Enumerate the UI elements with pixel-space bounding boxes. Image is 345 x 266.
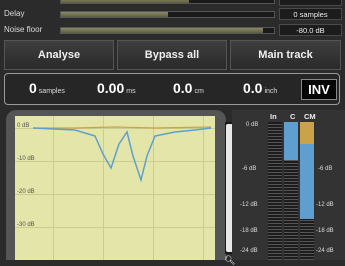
noise-floor-row: Noise floor -80.0 dB: [0, 23, 345, 37]
noise-floor-slider-fill: [61, 28, 264, 33]
cm-readout: 0.0 cm: [173, 80, 204, 96]
delay-value[interactable]: 0 samples: [279, 8, 342, 20]
frequency-plot[interactable]: 0 dB -10 dB -20 dB -30 dB 🔍︎: [15, 116, 235, 265]
inch-readout: 0.0 inch: [243, 80, 277, 96]
phase-curve: [33, 126, 212, 129]
delay-slider-fill: [61, 12, 168, 17]
scale-right-18db: -18 dB: [316, 228, 334, 234]
noise-floor-label: Noise floor: [4, 25, 43, 34]
noise-floor-value[interactable]: -80.0 dB: [279, 24, 342, 36]
samples-value: 0: [29, 80, 37, 96]
response-curves: [32, 126, 212, 183]
scale-0db: 0 dB: [246, 122, 259, 128]
delay-display: 0 samples 0.00 ms 0.0 cm 0.0 inch INV: [4, 73, 340, 105]
cm-unit: cm: [194, 88, 204, 95]
ms-unit: ms: [126, 88, 136, 95]
meter-c-fill: [284, 122, 298, 160]
partial-value-box[interactable]: [279, 0, 342, 6]
magnitude-curve: [32, 127, 212, 183]
delay-slider[interactable]: [60, 11, 275, 18]
inch-unit: inch: [264, 88, 278, 95]
meter-cm: [300, 122, 314, 260]
analyse-button[interactable]: Analyse: [4, 40, 114, 70]
ms-readout: 0.00 ms: [97, 80, 136, 96]
delay-row: Delay 0 samples: [0, 7, 345, 21]
level-meters: In C CM 0 dB -6 dB -12 dB -18 dB -24 dB …: [232, 110, 345, 260]
scale-12db: -12 dB: [240, 202, 258, 208]
bypass-all-button[interactable]: Bypass all: [117, 40, 227, 70]
delay-label: Delay: [4, 9, 25, 18]
meter-cm-fill-top: [300, 122, 314, 144]
meter-header-c: C: [290, 112, 296, 121]
scale-right-12db: -12 dB: [316, 202, 334, 208]
partial-slider-track[interactable]: [60, 0, 275, 4]
main-track-button[interactable]: Main track: [230, 40, 341, 70]
cm-value: 0.0: [173, 80, 193, 96]
scale-right-6db: -6 dB: [318, 166, 333, 172]
inch-value: 0.0: [243, 80, 263, 96]
scale-18db: -18 dB: [240, 228, 258, 234]
partial-row: [0, 0, 345, 7]
frequency-plot-panel: 0 dB -10 dB -20 dB -30 dB 🔍︎: [6, 110, 235, 265]
meter-header-in: In: [270, 112, 277, 121]
meter-cm-fill: [300, 144, 314, 219]
invert-button[interactable]: INV: [301, 79, 337, 100]
samples-unit: samples: [38, 88, 65, 95]
meter-c: [284, 122, 298, 260]
meter-in: [268, 122, 282, 260]
noise-floor-slider[interactable]: [60, 27, 275, 34]
scale-6db: -6 dB: [242, 166, 257, 172]
meter-header-cm: CM: [304, 112, 316, 121]
samples-readout: 0 samples: [29, 80, 65, 96]
scale-right-24db: -24 dB: [316, 248, 334, 254]
scale-24db: -24 dB: [240, 248, 258, 254]
ms-value: 0.00: [97, 80, 125, 96]
